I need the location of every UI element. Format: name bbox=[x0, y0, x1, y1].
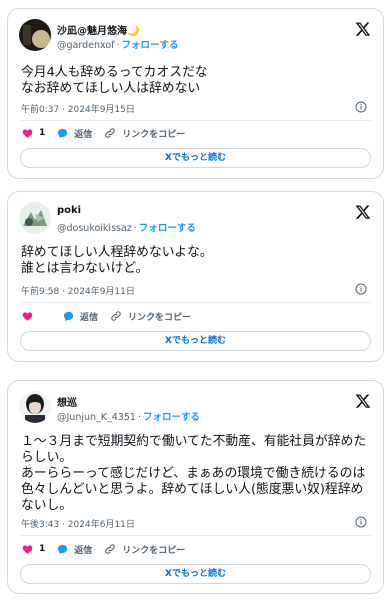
info-icon[interactable] bbox=[355, 101, 367, 113]
dot-separator: · bbox=[137, 412, 141, 423]
info-icon[interactable] bbox=[355, 516, 367, 528]
x-logo-icon[interactable] bbox=[355, 393, 371, 409]
handle[interactable]: @gardenxof bbox=[57, 40, 114, 51]
dot-separator: · bbox=[116, 40, 120, 51]
read-more-button[interactable]: Xでもっと読む bbox=[20, 331, 371, 351]
tweet-text: １～３月まで短期契約で働いてた不動産、有能社員が辞めたらしい。 あーららーって感… bbox=[21, 434, 367, 513]
action-bar: 1 返信 リンクをコピー bbox=[22, 126, 371, 140]
handle[interactable]: @Junjun_K_4351 bbox=[57, 412, 136, 423]
reply-label: 返信 bbox=[74, 129, 93, 140]
info-icon[interactable] bbox=[355, 283, 367, 295]
handle-line: @dosukoikissaz · フォローする bbox=[57, 220, 196, 234]
action-bar: 返信 リンクをコピー bbox=[22, 309, 371, 323]
display-name[interactable]: poki bbox=[57, 205, 81, 216]
tweet-card: 沙凪@魅月悠海🌙 @gardenxof · フォローする 今月4人も辞めるってカオス… bbox=[7, 8, 384, 179]
follow-button[interactable]: フォローする bbox=[139, 223, 196, 234]
divider bbox=[20, 302, 371, 303]
handle-line: @gardenxof · フォローする bbox=[57, 37, 179, 51]
link-icon bbox=[105, 544, 116, 554]
copy-link-label: リンクをコピー bbox=[122, 545, 186, 556]
tweet-datetime[interactable]: 午前9:58 · 2024年9月11日 bbox=[21, 284, 135, 297]
moon-emoji-icon: 🌙 bbox=[127, 26, 140, 37]
divider bbox=[20, 535, 371, 536]
follow-button[interactable]: フォローする bbox=[143, 412, 200, 423]
reply-bubble-icon bbox=[63, 311, 74, 321]
read-more-button[interactable]: Xでもっと読む bbox=[20, 564, 371, 584]
copy-link-label: リンクをコピー bbox=[128, 312, 192, 323]
avatar[interactable] bbox=[19, 202, 51, 234]
copy-link-button[interactable]: リンクをコピー bbox=[104, 543, 185, 556]
reply-button[interactable]: 返信 bbox=[57, 127, 92, 140]
tweet-text: 今月4人も辞めるってカオスだな なお辞めてほしい人は辞めない bbox=[21, 65, 208, 96]
action-bar: 1 返信 リンクをコピー bbox=[22, 542, 371, 556]
dot-separator: · bbox=[133, 223, 137, 234]
tweet-card: poki @dosukoikissaz · フォローする 辞めてほしい人程辞めないよ… bbox=[7, 191, 384, 362]
avatar[interactable] bbox=[19, 391, 51, 423]
tweet-card: 想巡 @Junjun_K_4351 · フォローする １～３月まで短期契約で働いてた… bbox=[7, 380, 384, 594]
x-logo-icon[interactable] bbox=[355, 21, 371, 37]
reply-button[interactable]: 返信 bbox=[63, 310, 98, 323]
tweet-datetime[interactable]: 午後3:43 · 2024年6月11日 bbox=[21, 517, 135, 530]
divider bbox=[20, 120, 371, 121]
like-count: 1 bbox=[39, 128, 46, 138]
display-name[interactable]: 沙凪@魅月悠海🌙 bbox=[57, 22, 139, 37]
heart-icon bbox=[22, 544, 33, 554]
reply-label: 返信 bbox=[74, 545, 93, 556]
like-count: 1 bbox=[39, 544, 46, 554]
avatar[interactable] bbox=[19, 19, 51, 51]
handle[interactable]: @dosukoikissaz bbox=[57, 223, 132, 234]
handle-line: @Junjun_K_4351 · フォローする bbox=[57, 409, 200, 423]
like-button[interactable]: 1 bbox=[22, 544, 45, 555]
copy-link-button[interactable]: リンクをコピー bbox=[110, 310, 191, 323]
copy-link-label: リンクをコピー bbox=[122, 129, 186, 140]
reply-bubble-icon bbox=[58, 544, 68, 554]
link-icon bbox=[111, 311, 121, 321]
follow-button[interactable]: フォローする bbox=[122, 40, 179, 51]
heart-icon bbox=[22, 311, 33, 321]
tweet-datetime[interactable]: 午前0:37 · 2024年9月15日 bbox=[21, 102, 135, 115]
copy-link-button[interactable]: リンクをコピー bbox=[104, 127, 185, 140]
like-button[interactable]: 1 bbox=[22, 128, 45, 139]
x-logo-icon[interactable] bbox=[355, 204, 371, 220]
reply-bubble-icon bbox=[58, 128, 68, 138]
reply-button[interactable]: 返信 bbox=[57, 543, 92, 556]
read-more-button[interactable]: Xでもっと読む bbox=[20, 148, 371, 168]
link-icon bbox=[105, 128, 116, 138]
display-name[interactable]: 想巡 bbox=[57, 394, 77, 409]
tweet-text: 辞めてほしい人程辞めないよな。 誰とは言わないけど。 bbox=[21, 245, 213, 276]
like-button[interactable] bbox=[22, 311, 39, 322]
reply-label: 返信 bbox=[80, 312, 99, 323]
heart-icon bbox=[22, 128, 33, 138]
